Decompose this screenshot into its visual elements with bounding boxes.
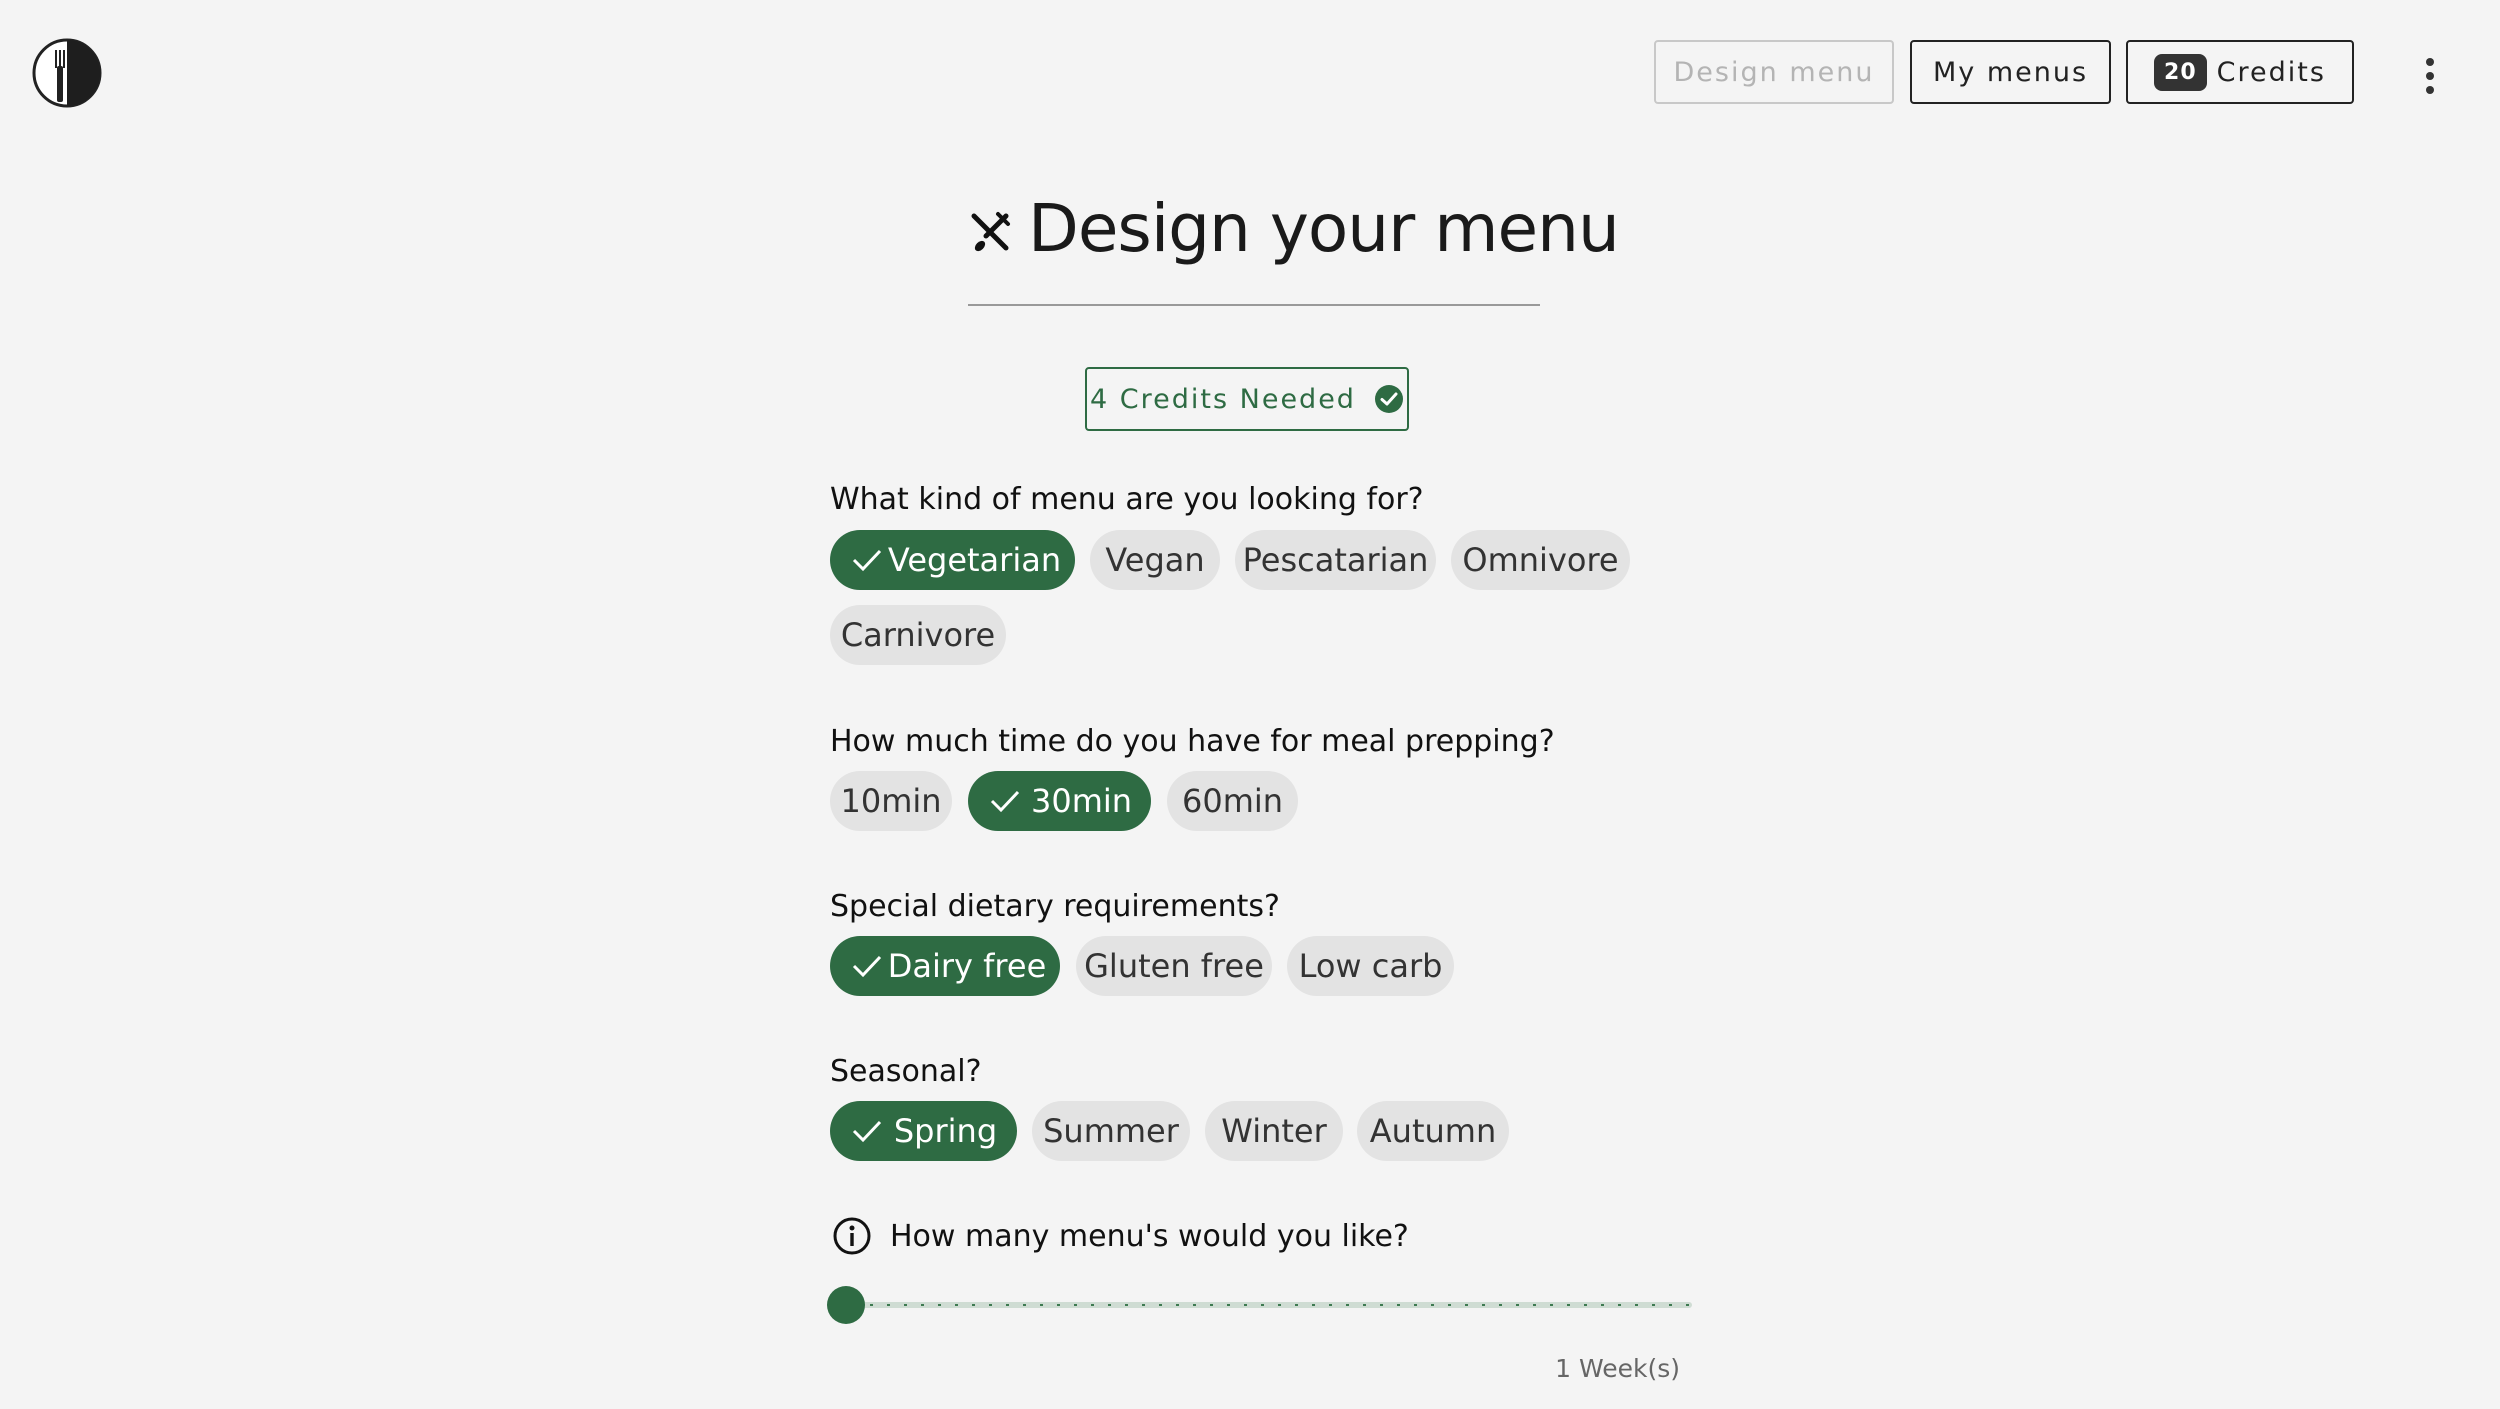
slider-ticks bbox=[846, 1304, 1692, 1306]
menu-count-slider-track[interactable] bbox=[846, 1302, 1692, 1308]
my-menus-button[interactable]: My menus bbox=[1910, 40, 2111, 104]
cutlery-icon bbox=[971, 212, 1010, 252]
chip-label: Dairy free bbox=[887, 947, 1047, 985]
chip-label: Omnivore bbox=[1462, 541, 1619, 579]
chip-label: Spring bbox=[893, 1112, 998, 1150]
menu-count-slider-thumb[interactable] bbox=[827, 1286, 865, 1324]
check-circle-icon bbox=[1374, 385, 1403, 413]
chip-label: Carnivore bbox=[840, 616, 996, 654]
design-menu-button[interactable]: Design menu bbox=[1654, 40, 1894, 104]
chip-label: 60min bbox=[1181, 782, 1284, 820]
menu-type-question: What kind of menu are you looking for? bbox=[830, 482, 1424, 517]
check-icon bbox=[852, 955, 882, 978]
chip-vegetarian[interactable]: Vegetarian bbox=[830, 530, 1075, 590]
prep-time-question: How much time do you have for meal prepp… bbox=[830, 724, 1555, 759]
menu-count-question: How many menu's would you like? bbox=[890, 1219, 1409, 1254]
credits-label: Credits bbox=[2216, 56, 2326, 88]
chip-vegan[interactable]: Vegan bbox=[1090, 530, 1220, 590]
seasonal-question: Seasonal? bbox=[830, 1054, 982, 1089]
chip-omnivore[interactable]: Omnivore bbox=[1451, 530, 1630, 590]
chip-carnivore[interactable]: Carnivore bbox=[830, 605, 1006, 665]
chip-30min[interactable]: 30min bbox=[968, 771, 1151, 831]
chip-summer[interactable]: Summer bbox=[1032, 1101, 1190, 1161]
check-icon bbox=[852, 1120, 882, 1143]
chip-label: Gluten free bbox=[1084, 947, 1264, 985]
chip-winter[interactable]: Winter bbox=[1205, 1101, 1343, 1161]
chip-low-carb[interactable]: Low carb bbox=[1287, 936, 1454, 996]
credits-needed-badge: 4 Credits Needed bbox=[1085, 367, 1409, 431]
info-icon[interactable] bbox=[832, 1216, 872, 1256]
chip-spring[interactable]: Spring bbox=[830, 1101, 1017, 1161]
check-icon bbox=[990, 790, 1020, 813]
check-icon bbox=[852, 549, 882, 572]
page-title-section: Design your menu bbox=[968, 190, 1620, 306]
credits-button[interactable]: 20 Credits bbox=[2126, 40, 2354, 104]
menu-count-value: 1 Week(s) bbox=[1555, 1354, 1680, 1383]
chip-label: Vegetarian bbox=[887, 541, 1062, 579]
chip-label: 10min bbox=[840, 782, 942, 820]
chip-label: Pescatarian bbox=[1242, 541, 1429, 579]
chip-label: 30min bbox=[1030, 782, 1133, 820]
chip-label: Autumn bbox=[1369, 1112, 1497, 1150]
chip-label: Winter bbox=[1221, 1112, 1327, 1150]
top-navigation: Design menu My menus 20 Credits bbox=[0, 40, 2500, 108]
chip-label: Summer bbox=[1043, 1112, 1179, 1150]
dietary-question: Special dietary requirements? bbox=[830, 889, 1280, 924]
chip-label: Vegan bbox=[1105, 541, 1205, 579]
credits-count-badge: 20 bbox=[2154, 53, 2207, 91]
chip-gluten-free[interactable]: Gluten free bbox=[1076, 936, 1272, 996]
page-title: Design your menu bbox=[1028, 190, 1620, 267]
chip-60min[interactable]: 60min bbox=[1167, 771, 1298, 831]
chip-dairy-free[interactable]: Dairy free bbox=[830, 936, 1060, 996]
chip-label: Low carb bbox=[1298, 947, 1443, 985]
kebab-menu-icon[interactable] bbox=[2410, 56, 2450, 96]
chip-10min[interactable]: 10min bbox=[830, 771, 952, 831]
chip-pescatarian[interactable]: Pescatarian bbox=[1235, 530, 1436, 590]
chip-autumn[interactable]: Autumn bbox=[1357, 1101, 1509, 1161]
credits-needed-label: 4 Credits Needed bbox=[1090, 383, 1356, 415]
